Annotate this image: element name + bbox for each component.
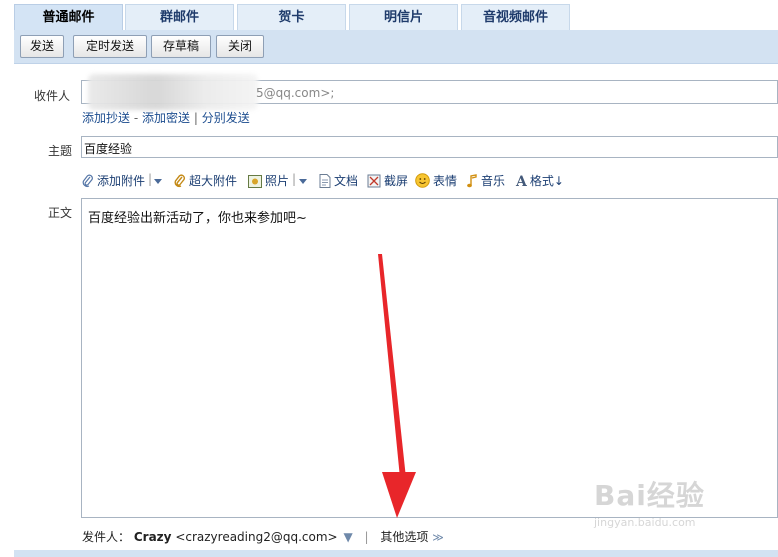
attachment-dropdown[interactable] xyxy=(153,172,166,186)
tab-greeting-card[interactable]: 贺卡 xyxy=(237,4,346,30)
subject-value: 百度经验 xyxy=(84,142,133,156)
tab-postcard[interactable]: 明信片 xyxy=(349,4,458,30)
watermark-url: jingyan.baidu.com xyxy=(594,516,696,529)
separator: | xyxy=(193,111,198,125)
screenshot-icon xyxy=(367,174,381,188)
screenshot-label: 截屏 xyxy=(384,174,409,188)
format-label: 格式↓ xyxy=(529,174,564,188)
add-attachment-label: 添加附件 xyxy=(97,174,146,188)
add-bcc-link[interactable]: 添加密送 xyxy=(142,111,190,125)
watermark-brand: Bai经验 xyxy=(594,479,705,512)
recipient-label: 收件人 xyxy=(33,89,70,103)
expand-options-icon[interactable]: ≫ xyxy=(432,531,444,544)
screenshot-button[interactable]: 截屏 xyxy=(367,172,408,189)
tab-group-mail[interactable]: 群邮件 xyxy=(125,4,234,30)
large-attachment-button[interactable]: 超大附件 xyxy=(174,172,237,189)
sender-dropdown-icon[interactable]: ▼ xyxy=(343,530,352,544)
body-label: 正文 xyxy=(47,206,72,220)
chevron-down-icon xyxy=(299,179,307,184)
paperclip-icon xyxy=(82,174,93,187)
document-button[interactable]: 文档 xyxy=(319,172,358,189)
format-button[interactable]: A 格式↓ xyxy=(516,172,564,190)
tab-av-mail[interactable]: 音视频邮件 xyxy=(461,4,570,30)
large-paperclip-icon xyxy=(174,174,185,188)
music-label: 音乐 xyxy=(481,174,506,188)
recipient-redacted-block xyxy=(88,74,258,110)
separator: - xyxy=(133,111,139,125)
font-a-icon: A xyxy=(516,174,527,190)
footer-separator: | xyxy=(364,530,369,544)
add-attachment-button[interactable]: 添加附件 xyxy=(82,172,145,189)
document-icon xyxy=(319,174,331,188)
photo-divider: | xyxy=(292,172,297,186)
smiley-icon xyxy=(415,173,430,188)
music-note-icon xyxy=(467,174,477,188)
other-options-link[interactable]: 其他选项 xyxy=(380,530,428,544)
tab-normal-mail[interactable]: 普通邮件 xyxy=(14,4,123,30)
close-button[interactable]: 关闭 xyxy=(216,35,264,58)
sender-name: Crazy xyxy=(133,530,172,544)
send-button[interactable]: 发送 xyxy=(20,35,64,58)
bottom-strip xyxy=(14,550,778,557)
sender-label: 发件人： xyxy=(82,530,131,544)
emoticon-button[interactable]: 表情 xyxy=(415,172,457,189)
body-text: 百度经验出新活动了，你也来参加吧~ xyxy=(88,211,307,226)
compose-toolbar: 发送 定时发送 存草稿 关闭 xyxy=(14,30,778,64)
music-button[interactable]: 音乐 xyxy=(466,172,505,189)
emoticon-label: 表情 xyxy=(433,174,458,188)
sender-footer: 发件人： Crazy <crazyreading2@qq.com> ▼ | 其他… xyxy=(82,528,444,545)
recipient-actions: 添加抄送 - 添加密送 | 分别发送 xyxy=(82,109,250,126)
save-draft-button[interactable]: 存草稿 xyxy=(151,35,211,58)
separate-send-link[interactable]: 分别发送 xyxy=(202,111,250,125)
sender-email: <crazyreading2@qq.com> xyxy=(175,530,338,544)
scheduled-send-button[interactable]: 定时发送 xyxy=(73,35,147,58)
body-editor[interactable]: 百度经验出新活动了，你也来参加吧~ xyxy=(81,198,778,518)
photo-icon xyxy=(248,175,262,188)
left-strip xyxy=(0,30,14,557)
large-attachment-label: 超大附件 xyxy=(189,174,238,188)
watermark: Bai经验 jingyan.baidu.com xyxy=(594,474,705,529)
photo-dropdown[interactable] xyxy=(298,172,311,186)
tab-bar: 普通邮件 群邮件 贺卡 明信片 音视频邮件 xyxy=(0,0,778,30)
document-label: 文档 xyxy=(334,174,359,188)
attachment-divider: | xyxy=(148,172,153,186)
recipient-value: 5@qq.com>; xyxy=(256,86,335,100)
photo-button[interactable]: 照片 xyxy=(248,172,289,189)
photo-label: 照片 xyxy=(265,174,290,188)
add-cc-link[interactable]: 添加抄送 xyxy=(82,111,130,125)
chevron-down-icon xyxy=(154,179,162,184)
subject-label: 主题 xyxy=(47,144,72,158)
red-arrow-annotation xyxy=(378,254,416,518)
subject-input[interactable]: 百度经验 xyxy=(81,136,778,158)
